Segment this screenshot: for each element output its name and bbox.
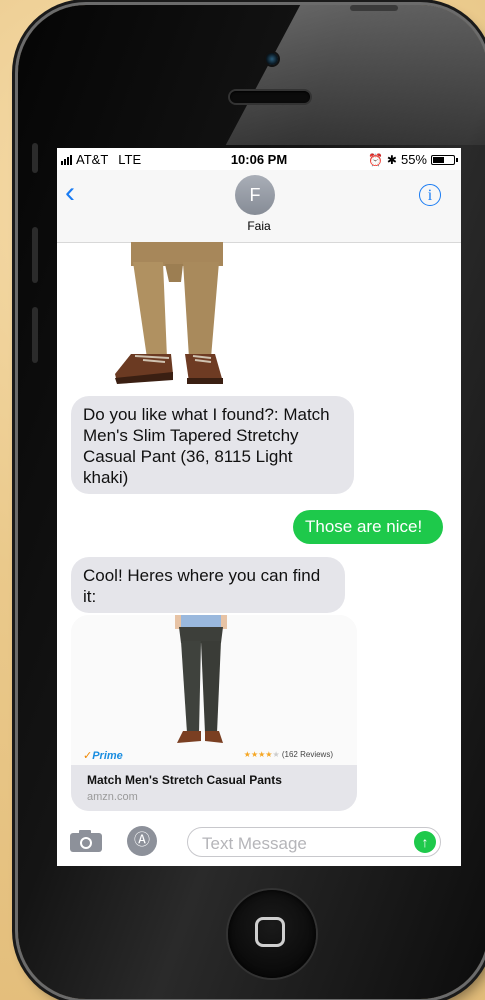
man-in-pants-photo (175, 615, 227, 743)
conversation-header: ‹ F Faia i (57, 170, 461, 243)
link-preview-title: Match Men's Stretch Casual Pants (87, 773, 282, 787)
battery-icon (431, 154, 458, 165)
review-count: (162 Reviews) (281, 750, 333, 759)
message-received-2[interactable]: Cool! Heres where you can find it: (71, 557, 345, 613)
rating: ★★★★★ (162 Reviews) (243, 750, 333, 759)
message-input[interactable]: Text Message ↑ (187, 827, 441, 857)
battery-percent: 55% (400, 152, 427, 167)
contact-name[interactable]: Faia (57, 219, 461, 233)
link-preview-card[interactable]: ✓Prime ★★★★★ (162 Reviews) Match Men's S… (71, 615, 357, 811)
power-button (350, 5, 398, 11)
link-preview-footer: Match Men's Stretch Casual Pants amzn.co… (71, 765, 357, 811)
info-icon[interactable]: i (419, 184, 441, 206)
message-received-1[interactable]: Do you like what I found?: Match Men's S… (71, 396, 354, 494)
avatar-initial: F (249, 185, 261, 205)
camera-icon[interactable] (69, 829, 103, 853)
alarm-icon: ⏰ (367, 152, 383, 167)
pants-photo[interactable] (113, 242, 243, 390)
mute-switch (32, 143, 38, 173)
glass-glare (225, 5, 485, 145)
avatar[interactable]: F (235, 175, 275, 215)
front-camera (266, 53, 278, 65)
message-sent-1[interactable]: Those are nice! (293, 510, 443, 544)
compose-bar: Ⓐ Text Message ↑ (57, 818, 461, 866)
status-bar: AT&T LTE 10:06 PM ⏰ ✱ 55% (57, 148, 461, 170)
home-square-icon (255, 917, 285, 947)
product-image (71, 615, 357, 765)
volume-up-button (32, 227, 38, 283)
chevron-left-icon[interactable]: ‹ (65, 178, 75, 208)
message-input-placeholder: Text Message (202, 834, 307, 853)
earpiece-speaker (230, 91, 310, 103)
send-arrow-icon[interactable]: ↑ (414, 831, 436, 853)
volume-down-button (32, 307, 38, 363)
prime-badge: ✓Prime (83, 750, 123, 762)
app-store-icon[interactable]: Ⓐ (127, 826, 157, 856)
link-preview-url: amzn.com (87, 791, 138, 803)
home-button[interactable] (228, 890, 316, 978)
bluetooth-icon: ✱ (386, 152, 397, 167)
star-rating-icon: ★★★★ (243, 750, 273, 759)
screen: AT&T LTE 10:06 PM ⏰ ✱ 55% ‹ F Faia i Do … (57, 148, 461, 866)
